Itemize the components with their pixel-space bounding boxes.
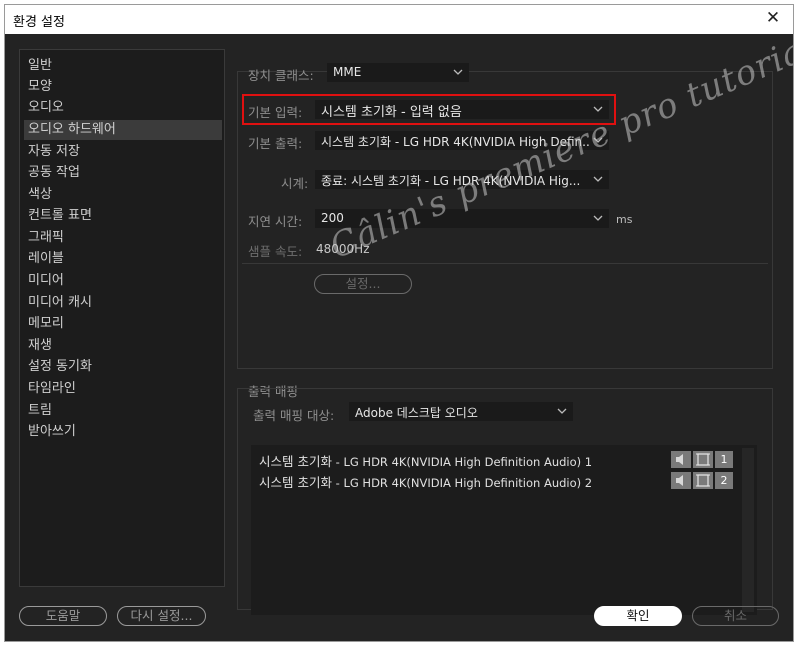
sidebar-item-auto-save[interactable]: 자동 저장 — [24, 142, 222, 162]
output-mapping-target-value: Adobe 데스크탑 오디오 — [355, 406, 478, 420]
sidebar-item-general[interactable]: 일반 — [24, 56, 222, 76]
title-bar: 환경 설정 ✕ — [5, 5, 793, 34]
divider — [242, 263, 768, 264]
chevron-down-icon — [557, 408, 567, 414]
chevron-down-icon — [453, 69, 463, 75]
list-scrollbar[interactable] — [742, 448, 754, 612]
sidebar-item-trim[interactable]: 트림 — [24, 401, 222, 421]
latency-label: 지연 시간: — [248, 214, 303, 229]
speaker-icon[interactable] — [671, 472, 691, 489]
device-class-value: MME — [333, 65, 362, 79]
default-output-label: 기본 출력: — [248, 136, 303, 151]
sidebar-item-timeline[interactable]: 타임라인 — [24, 379, 222, 399]
window-title: 환경 설정 — [13, 15, 65, 30]
channel-device-label: 시스템 초기화 — [259, 454, 332, 469]
sidebar-item-memory[interactable]: 메모리 — [24, 314, 222, 334]
output-mapping-target-dropdown[interactable]: Adobe 데스크탑 오디오 — [349, 402, 573, 421]
list-item[interactable]: 시스템 초기화 - LG HDR 4K(NVIDIA High Definiti… — [259, 472, 592, 491]
sidebar-item-graphics[interactable]: 그래픽 — [24, 228, 222, 248]
device-class-label: 장치 클래스: — [248, 68, 314, 83]
channel-device-detail: - LG HDR 4K(NVIDIA High Definition Audio… — [331, 476, 593, 490]
sidebar-item-media-cache[interactable]: 미디어 캐시 — [24, 293, 222, 313]
settings-button[interactable]: 설정... — [314, 274, 412, 294]
channel-number: 1 — [715, 451, 733, 468]
sidebar-item-transcription[interactable]: 받아쓰기 — [24, 422, 222, 442]
latency-unit: ms — [616, 213, 633, 226]
frame-icon[interactable] — [693, 451, 713, 468]
list-item[interactable]: 시스템 초기화 - LG HDR 4K(NVIDIA High Definiti… — [259, 451, 592, 470]
preferences-window: 환경 설정 ✕ 일반 모양 오디오 오디오 하드웨어 자동 저장 공동 작업 색… — [4, 4, 794, 642]
frame-icon[interactable] — [693, 472, 713, 489]
sample-rate-label: 샘플 속도: — [248, 244, 303, 259]
sidebar-item-control-surface[interactable]: 컨트롤 표면 — [24, 206, 222, 226]
help-button[interactable]: 도움말 — [19, 606, 107, 626]
channel-device-label: 시스템 초기화 — [259, 475, 332, 490]
sidebar: 일반 모양 오디오 오디오 하드웨어 자동 저장 공동 작업 색상 컨트롤 표면… — [19, 49, 225, 587]
chevron-down-icon — [593, 176, 603, 182]
close-icon[interactable]: ✕ — [763, 8, 783, 28]
reset-button[interactable]: 다시 설정... — [117, 606, 206, 626]
ok-button[interactable]: 확인 — [594, 606, 682, 626]
output-channel-list: 시스템 초기화 - LG HDR 4K(NVIDIA High Definiti… — [251, 445, 757, 615]
sidebar-item-color[interactable]: 색상 — [24, 185, 222, 205]
output-mapping-target-label: 출력 매핑 대상: — [253, 408, 335, 423]
sidebar-item-audio-hardware[interactable]: 오디오 하드웨어 — [24, 120, 222, 140]
channel-device-detail: - LG HDR 4K(NVIDIA High Definition Audio… — [331, 455, 593, 469]
sidebar-item-sync-settings[interactable]: 설정 동기화 — [24, 357, 222, 377]
sidebar-item-collaboration[interactable]: 공동 작업 — [24, 163, 222, 183]
chevron-down-icon — [593, 215, 603, 221]
device-class-dropdown[interactable]: MME — [327, 63, 469, 82]
highlight-box — [242, 94, 616, 125]
sidebar-item-audio[interactable]: 오디오 — [24, 98, 222, 118]
sidebar-item-labels[interactable]: 레이블 — [24, 249, 222, 269]
cancel-button[interactable]: 취소 — [692, 606, 779, 626]
clock-label: 시계: — [281, 176, 309, 191]
channel-number: 2 — [715, 472, 733, 489]
sidebar-item-playback[interactable]: 재생 — [24, 336, 222, 356]
sidebar-item-media[interactable]: 미디어 — [24, 271, 222, 291]
speaker-icon[interactable] — [671, 451, 691, 468]
sidebar-item-appearance[interactable]: 모양 — [24, 77, 222, 97]
